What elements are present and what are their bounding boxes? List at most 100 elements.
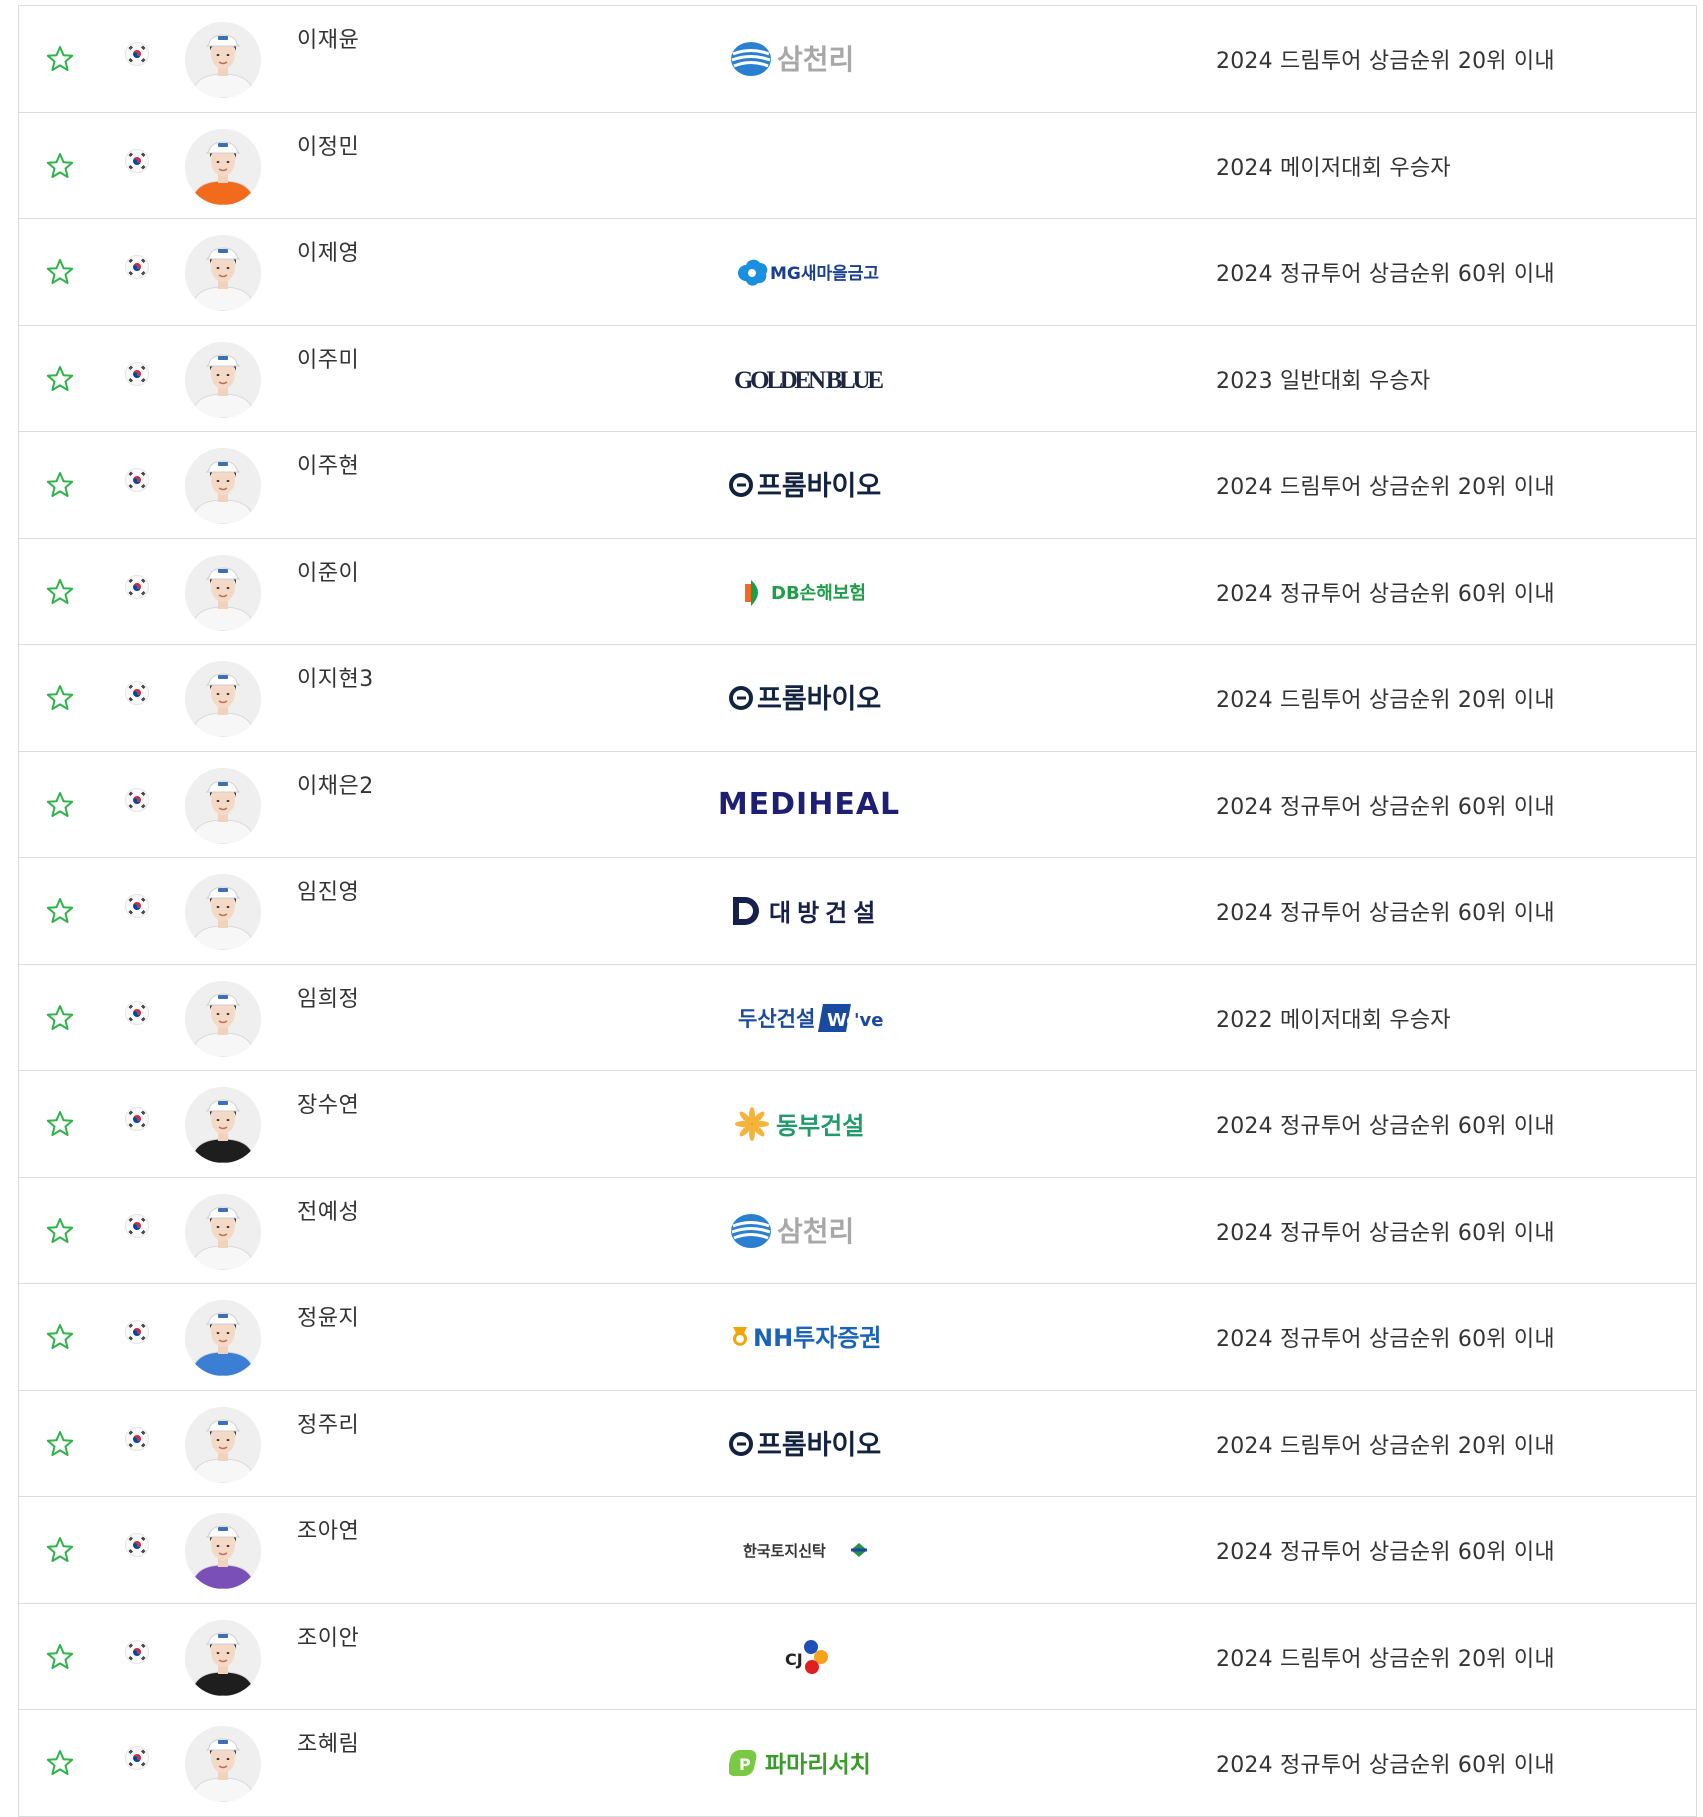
korea-flag-icon	[125, 681, 149, 705]
korea-flag-icon	[125, 1000, 149, 1025]
favorite-star-icon[interactable]	[45, 1322, 75, 1352]
korea-flag-icon	[125, 1320, 149, 1344]
player-row[interactable]: 정주리 프롬바이오 프롬바이오 2024 드림투어 상금순위 20위 이내	[19, 1391, 1696, 1497]
favorite-star-icon[interactable]	[45, 151, 75, 181]
player-row[interactable]: 임희정 두산건설We've 두산건설 We've 2022 메이저대회 우승자	[19, 965, 1696, 1071]
player-row[interactable]: 이채은2 MEDIHEAL MEDIHEAL 2024 정규투어 상금순위 60…	[19, 752, 1696, 858]
player-avatar[interactable]	[185, 1087, 261, 1163]
favorite-star-icon[interactable]	[45, 364, 75, 394]
svg-text:GOLDEN BLUE: GOLDEN BLUE	[734, 367, 884, 394]
player-avatar[interactable]	[185, 128, 261, 205]
favorite-star-icon[interactable]	[45, 1109, 75, 1139]
sponsor-logo	[709, 135, 909, 197]
korea-flag-icon	[125, 1533, 149, 1557]
sponsor-logo: CJ CJ	[709, 1626, 909, 1688]
player-avatar[interactable]	[185, 448, 261, 524]
player-row[interactable]: 임진영 대방건설 대방건설 2024 정규투어 상금순위 60위 이내	[19, 858, 1696, 965]
player-avatar[interactable]	[185, 22, 261, 98]
player-row[interactable]: 이제영 MG새마을금고 MG새마을금고 2024 정규투어 상금순위 60위 이…	[19, 219, 1696, 326]
player-row[interactable]: 이지현3 프롬바이오 프롬바이오 2024 드림투어 상금순위 20위 이내	[19, 645, 1696, 752]
player-name[interactable]: 임진영	[297, 874, 359, 906]
player-avatar[interactable]	[185, 1300, 261, 1376]
player-name[interactable]: 조아연	[297, 1513, 359, 1545]
player-row[interactable]: 이재윤 삼천리 삼천리 2024 드림투어 상금순위 20위 이내	[19, 6, 1696, 113]
qualification-text: 2024 정규투어 상금순위 60위 이내	[1216, 901, 1555, 926]
qualification-text: 2024 메이저대회 우승자	[1216, 155, 1451, 181]
sponsor-logo: 한국토지신탁 한국토지신탁	[709, 1519, 909, 1581]
qualification-text: 2024 드림투어 상금순위 20위 이내	[1216, 1433, 1555, 1459]
player-name[interactable]: 장수연	[297, 1087, 359, 1119]
player-avatar[interactable]	[185, 1726, 261, 1802]
qualification-text: 2024 정규투어 상금순위 60위 이내	[1216, 1114, 1555, 1139]
player-row[interactable]: 조이안 CJ CJ 2024 드림투어 상금순위 20위 이내	[19, 1604, 1696, 1710]
favorite-star-icon[interactable]	[45, 1642, 75, 1672]
favorite-star-icon[interactable]	[45, 1216, 75, 1246]
player-name[interactable]: 조이안	[297, 1620, 359, 1652]
svg-text:대방건설: 대방건설	[769, 899, 881, 927]
player-name[interactable]: 이정민	[297, 129, 359, 161]
qualification-text: 2024 정규투어 상금순위 60위 이내	[1216, 1220, 1555, 1246]
player-name[interactable]: 이지현3	[297, 661, 374, 693]
favorite-star-icon[interactable]	[45, 896, 75, 926]
favorite-star-icon[interactable]	[45, 790, 75, 820]
player-row[interactable]: 이정민 2024 메이저대회 우승자	[19, 113, 1696, 219]
player-name[interactable]: 이주미	[297, 342, 359, 374]
player-name[interactable]: 이준이	[297, 555, 359, 587]
player-row[interactable]: 조혜림 P파마리서치 파마리서치 2024 정규투어 상금순위 60위 이내	[19, 1710, 1696, 1817]
favorite-star-icon[interactable]	[45, 1535, 75, 1565]
favorite-star-icon[interactable]	[45, 1748, 75, 1778]
svg-text:동부건설: 동부건설	[776, 1112, 864, 1140]
favorite-star-icon[interactable]	[45, 577, 75, 607]
player-avatar[interactable]	[185, 1513, 261, 1589]
player-avatar[interactable]	[185, 661, 261, 737]
qualification-text: 2024 드림투어 상금순위 20위 이내	[1216, 1646, 1555, 1672]
player-row[interactable]: 이주미 GOLDEN BLUE GOLDEN BLUE 2023 일반대회 우승…	[19, 326, 1696, 432]
player-row[interactable]: 조아연 한국토지신탁 한국토지신탁 2024 정규투어 상금순위 60위 이내	[19, 1497, 1696, 1604]
favorite-star-icon[interactable]	[45, 683, 75, 713]
player-avatar[interactable]	[185, 341, 261, 418]
korea-flag-icon	[125, 1107, 149, 1131]
player-name[interactable]: 조혜림	[297, 1726, 359, 1758]
player-name[interactable]: 전예성	[297, 1194, 359, 1226]
player-name[interactable]: 정주리	[297, 1407, 359, 1439]
player-avatar[interactable]	[185, 235, 261, 311]
korea-flag-icon	[125, 1639, 149, 1664]
qualification-text: 2023 일반대회 우승자	[1216, 368, 1431, 394]
korea-flag-icon	[125, 1746, 149, 1770]
player-name[interactable]: 이채은2	[297, 768, 374, 800]
player-name[interactable]: 이제영	[297, 235, 359, 267]
svg-text:CJ: CJ	[785, 1650, 803, 1669]
qualification-text: 2024 정규투어 상금순위 60위 이내	[1216, 794, 1555, 820]
svg-text:P: P	[739, 1755, 751, 1774]
player-name[interactable]: 임희정	[297, 981, 359, 1013]
svg-text:NH투자증권: NH투자증권	[753, 1324, 882, 1352]
sponsor-logo: 두산건설We've 두산건설 We've	[709, 987, 909, 1049]
qualification-text: 2024 정규투어 상금순위 60위 이내	[1216, 581, 1555, 607]
player-name[interactable]: 이주현	[297, 448, 359, 480]
favorite-star-icon[interactable]	[45, 257, 75, 287]
sponsor-logo: P파마리서치 파마리서치	[709, 1732, 909, 1794]
player-name[interactable]: 이재윤	[297, 22, 359, 54]
player-avatar[interactable]	[185, 980, 261, 1057]
player-row[interactable]: 이주현 프롬바이오 프롬바이오 2024 드림투어 상금순위 20위 이내	[19, 432, 1696, 539]
player-avatar[interactable]	[185, 1619, 261, 1696]
player-row[interactable]: 전예성 삼천리 삼천리 2024 정규투어 상금순위 60위 이내	[19, 1178, 1696, 1284]
player-avatar[interactable]	[185, 554, 261, 631]
player-avatar[interactable]	[185, 1406, 261, 1483]
favorite-star-icon[interactable]	[45, 470, 75, 500]
player-avatar[interactable]	[185, 767, 261, 844]
korea-flag-icon	[125, 574, 149, 599]
sponsor-logo: 프롬바이오 프롬바이오	[709, 667, 909, 729]
favorite-star-icon[interactable]	[45, 1003, 75, 1033]
favorite-star-icon[interactable]	[45, 44, 75, 74]
player-avatar[interactable]	[185, 874, 261, 950]
qualification-text: 2024 드림투어 상금순위 20위 이내	[1216, 688, 1555, 713]
player-row[interactable]: 장수연 동부건설 동부건설 2024 정규투어 상금순위 60위 이내	[19, 1071, 1696, 1178]
player-avatar[interactable]	[185, 1193, 261, 1270]
player-row[interactable]: 정윤지 NH투자증권 NH투자증권 2024 정규투어 상금순위 60위 이내	[19, 1284, 1696, 1391]
svg-text:두산건설: 두산건설	[738, 1007, 815, 1031]
favorite-star-icon[interactable]	[45, 1429, 75, 1459]
player-name[interactable]: 정윤지	[297, 1300, 359, 1332]
player-row[interactable]: 이준이 DB손해보험 DB손해보험 2024 정규투어 상금순위 60위 이내	[19, 539, 1696, 645]
svg-text:프롬바이오: 프롬바이오	[757, 684, 881, 715]
